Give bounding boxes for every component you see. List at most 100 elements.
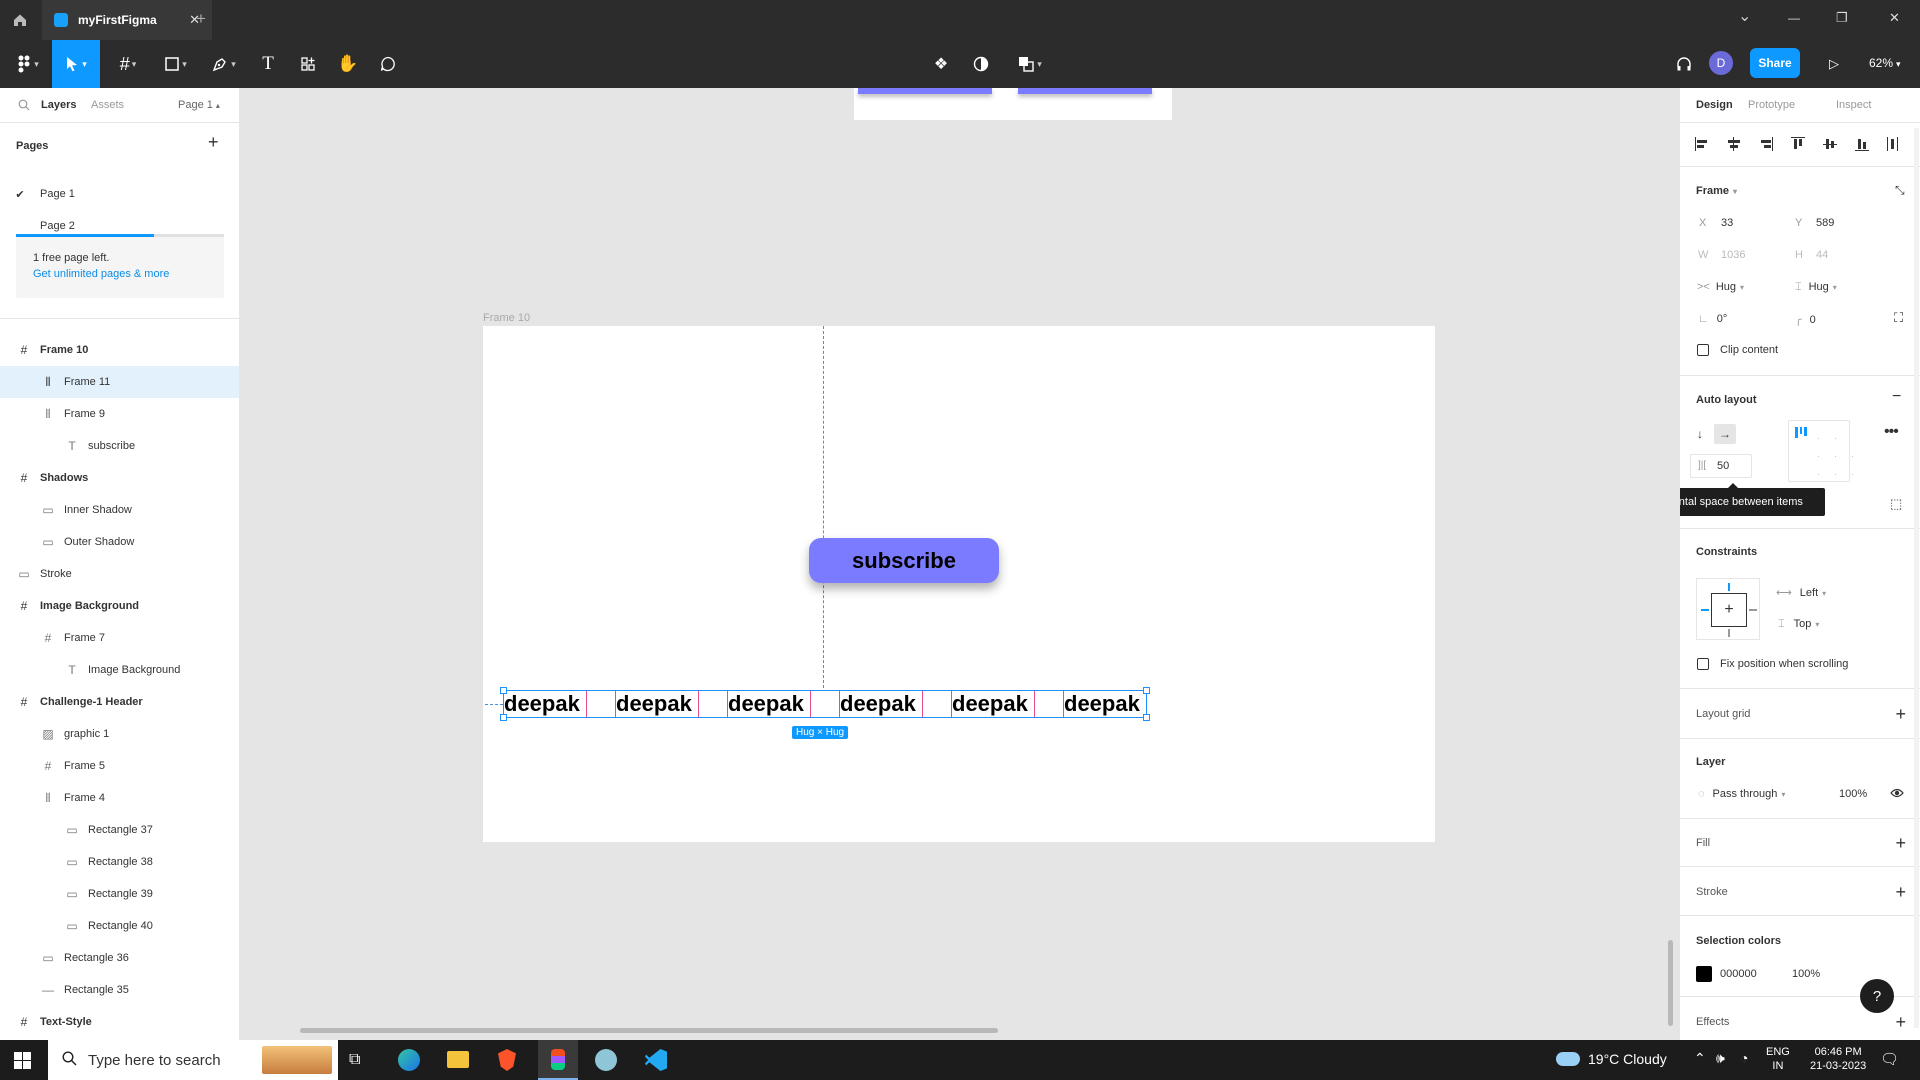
frame-10[interactable]: subscribe deepak deepak deepak deepak deepak…: [483, 326, 1435, 842]
y-input[interactable]: 589: [1816, 217, 1834, 229]
layer-item[interactable]: ▭ Inner Shadow: [0, 494, 239, 526]
help-button[interactable]: ?: [1860, 979, 1894, 1013]
word-text[interactable]: deepak: [504, 691, 586, 717]
selection-color-swatch[interactable]: [1696, 966, 1712, 982]
layer-item[interactable]: T Image Background: [0, 654, 239, 686]
edge-browser-icon[interactable]: [398, 1049, 420, 1071]
horizontal-constraint-dropdown[interactable]: ⟷ Left ▾: [1776, 586, 1826, 599]
frame-11-selection[interactable]: deepak deepak deepak deepak deepak deepak: [500, 687, 1150, 721]
main-menu-icon[interactable]: ▾: [10, 40, 46, 88]
more-options-icon[interactable]: •••: [1884, 423, 1899, 441]
layer-item[interactable]: ⦀ Frame 4: [0, 782, 239, 814]
x-input[interactable]: 33: [1721, 217, 1733, 229]
resize-to-fit-icon[interactable]: ⤡: [1895, 183, 1905, 198]
align-bottom-icon[interactable]: [1854, 137, 1870, 151]
corner-radius-field[interactable]: ╭ 0: [1795, 313, 1816, 326]
blend-mode-dropdown[interactable]: ◌ Pass through ▾: [1698, 788, 1785, 800]
word-text[interactable]: deepak: [616, 691, 698, 717]
alignment-grid[interactable]: ·· ··· ···: [1788, 420, 1854, 482]
vscode-icon[interactable]: [645, 1049, 667, 1071]
layer-item[interactable]: # Frame 10: [0, 334, 239, 366]
word-text[interactable]: deepak: [840, 691, 922, 717]
h-input[interactable]: 44: [1816, 249, 1828, 261]
add-page-button[interactable]: +: [208, 132, 219, 153]
pen-tool-icon[interactable]: ▾: [204, 40, 244, 88]
direction-vertical-icon[interactable]: ↓: [1697, 427, 1703, 441]
remove-auto-layout-button[interactable]: −: [1892, 388, 1901, 406]
layer-item[interactable]: # Frame 7: [0, 622, 239, 654]
weather-widget[interactable]: 19°C Cloudy: [1556, 1051, 1667, 1067]
minimize-button[interactable]: —: [1788, 11, 1800, 25]
layer-item[interactable]: ▭ Stroke: [0, 558, 239, 590]
layer-item[interactable]: — Rectangle 35: [0, 974, 239, 1006]
paint-app-icon[interactable]: [595, 1049, 617, 1071]
show-hidden-icons[interactable]: ⌃: [1694, 1050, 1706, 1067]
upsell-link[interactable]: Get unlimited pages & more: [33, 268, 169, 280]
w-input[interactable]: 1036: [1721, 249, 1745, 261]
resize-handle-bl[interactable]: [500, 714, 507, 721]
tab-layers[interactable]: Layers: [41, 99, 76, 111]
add-effect-button[interactable]: +: [1895, 1013, 1906, 1031]
task-view-icon[interactable]: ⧉: [349, 1051, 360, 1069]
tab-inspect[interactable]: Inspect: [1836, 99, 1871, 111]
layer-item[interactable]: ▨ graphic 1: [0, 718, 239, 750]
word-text[interactable]: deepak: [1064, 691, 1146, 717]
move-tool-icon[interactable]: ▾: [52, 40, 100, 88]
page-selector[interactable]: Page 1 ▴: [178, 99, 220, 111]
align-top-icon[interactable]: [1790, 137, 1806, 151]
brave-browser-icon[interactable]: [498, 1049, 516, 1071]
resize-handle-tl[interactable]: [500, 687, 507, 694]
layer-item[interactable]: # Image Background: [0, 590, 239, 622]
search-icon[interactable]: [18, 99, 30, 114]
share-button[interactable]: Share: [1750, 48, 1800, 78]
padding-icon[interactable]: ⬚: [1890, 496, 1902, 512]
new-tab-button[interactable]: +: [196, 9, 206, 29]
network-icon[interactable]: ◔: [1740, 1050, 1748, 1066]
word-text[interactable]: deepak: [728, 691, 810, 717]
layer-item[interactable]: # Frame 5: [0, 750, 239, 782]
restore-button[interactable]: ❐: [1836, 10, 1848, 26]
text-tool-icon[interactable]: T: [252, 40, 284, 88]
layer-item[interactable]: ▭ Rectangle 40: [0, 910, 239, 942]
hug-height-dropdown[interactable]: ⌶ Hug ▾: [1795, 281, 1837, 294]
selection-color-hex[interactable]: 000000: [1720, 968, 1757, 980]
constraints-widget[interactable]: +: [1696, 578, 1760, 640]
clock[interactable]: 06:46 PM 21-03-2023: [1810, 1045, 1866, 1073]
right-panel-scrollbar[interactable]: [1914, 128, 1919, 1028]
tab-assets[interactable]: Assets: [91, 99, 124, 111]
add-fill-button[interactable]: +: [1895, 834, 1906, 852]
home-icon[interactable]: [8, 8, 32, 32]
align-left-icon[interactable]: [1694, 137, 1710, 151]
file-tab[interactable]: myFirstFigma ✕: [42, 0, 212, 40]
figma-app-icon[interactable]: [538, 1040, 578, 1080]
present-play-icon[interactable]: ▷: [1822, 40, 1846, 88]
upper-frame[interactable]: [854, 88, 1172, 120]
tab-list-chevron-icon[interactable]: ⌄: [1738, 6, 1751, 26]
hug-width-dropdown[interactable]: >< Hug ▾: [1697, 281, 1744, 293]
rotation-field[interactable]: ∟ 0°: [1698, 313, 1727, 325]
visibility-eye-icon[interactable]: [1890, 787, 1904, 802]
hand-tool-icon[interactable]: ✋: [332, 40, 364, 88]
add-layout-grid-button[interactable]: +: [1895, 705, 1906, 723]
layer-item[interactable]: ▭ Rectangle 37: [0, 814, 239, 846]
taskbar-search-box[interactable]: Type here to search: [48, 1040, 338, 1080]
align-right-icon[interactable]: [1758, 137, 1774, 151]
frame-tool-icon[interactable]: # ▾: [108, 40, 148, 88]
align-horizontal-center-icon[interactable]: [1726, 137, 1742, 151]
resources-icon[interactable]: [292, 40, 324, 88]
frame-title[interactable]: Frame ▾: [1696, 185, 1737, 197]
layer-item[interactable]: ▭ Outer Shadow: [0, 526, 239, 558]
horizontal-scrollbar[interactable]: [300, 1028, 998, 1033]
fix-position-checkbox[interactable]: [1697, 658, 1709, 670]
selection-color-opacity[interactable]: 100%: [1792, 968, 1820, 980]
vertical-scrollbar[interactable]: [1668, 940, 1673, 1026]
align-vertical-center-icon[interactable]: [1822, 137, 1838, 151]
canvas[interactable]: Frame 10 subscribe deepak deepak deepak dee…: [240, 88, 1679, 1040]
clip-content-checkbox[interactable]: [1697, 344, 1709, 356]
contrast-icon[interactable]: [965, 40, 997, 88]
direction-horizontal-icon[interactable]: →: [1714, 424, 1736, 444]
resize-handle-br[interactable]: [1143, 714, 1150, 721]
page-item-1[interactable]: ✔ Page 1: [0, 178, 239, 210]
word-text[interactable]: deepak: [952, 691, 1034, 717]
layer-item[interactable]: ▭ Rectangle 39: [0, 878, 239, 910]
